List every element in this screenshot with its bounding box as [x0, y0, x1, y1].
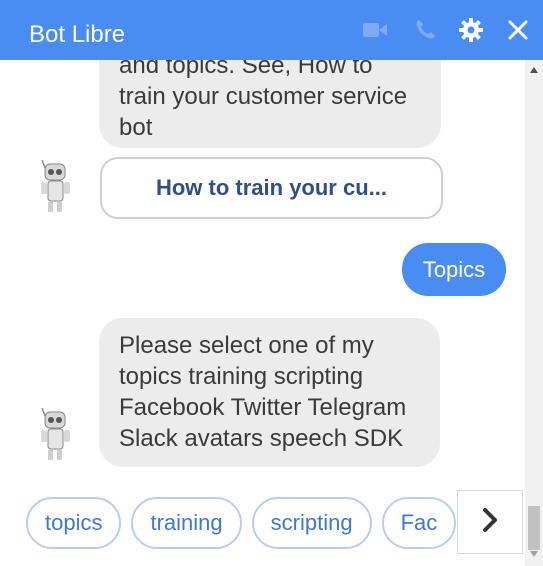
- chips-next-button[interactable]: [457, 490, 523, 554]
- bot-message-line: Please select one of my: [119, 332, 374, 359]
- quick-reply-chips: topics training scripting Fac: [26, 497, 457, 549]
- chip-scripting[interactable]: scripting: [251, 497, 372, 549]
- how-to-train-button[interactable]: How to train your cu...: [100, 157, 443, 219]
- bot-message-line: Slack avatars speech SDK: [119, 425, 404, 452]
- phone-icon[interactable]: [413, 15, 437, 45]
- bot-message-bubble: Please select one of my topics training …: [99, 318, 440, 467]
- user-message-bubble: Topics: [402, 243, 506, 296]
- bot-message-line: Facebook Twitter Telegram: [119, 394, 407, 421]
- chat-log[interactable]: and topics. See, How to train your custo…: [0, 60, 525, 566]
- chat-scrollbar[interactable]: [525, 60, 543, 566]
- scroll-up-arrow-icon[interactable]: [525, 66, 543, 80]
- gear-icon[interactable]: [458, 15, 484, 45]
- close-icon[interactable]: [506, 15, 530, 45]
- bot-message-line: train your customer service: [119, 83, 408, 110]
- video-icon[interactable]: [362, 15, 388, 45]
- bot-message-line: and topics. See, How to: [119, 60, 373, 79]
- bot-avatar: [36, 404, 76, 464]
- header-title: Bot Libre: [29, 21, 126, 48]
- bot-message-line: bot: [119, 114, 153, 141]
- scroll-down-arrow-icon[interactable]: [525, 550, 543, 564]
- chat-header: Bot Libre: [0, 0, 543, 60]
- bot-avatar: [36, 156, 76, 216]
- chip-topics[interactable]: topics: [26, 497, 122, 549]
- chip-training[interactable]: training: [131, 497, 242, 549]
- bot-message-line: topics training scripting: [119, 363, 364, 390]
- chip-facebook[interactable]: Fac: [381, 497, 457, 549]
- chevron-right-icon: [480, 507, 500, 538]
- scrollbar-thumb[interactable]: [528, 506, 540, 550]
- bot-message-bubble: and topics. See, How to train your custo…: [99, 60, 441, 148]
